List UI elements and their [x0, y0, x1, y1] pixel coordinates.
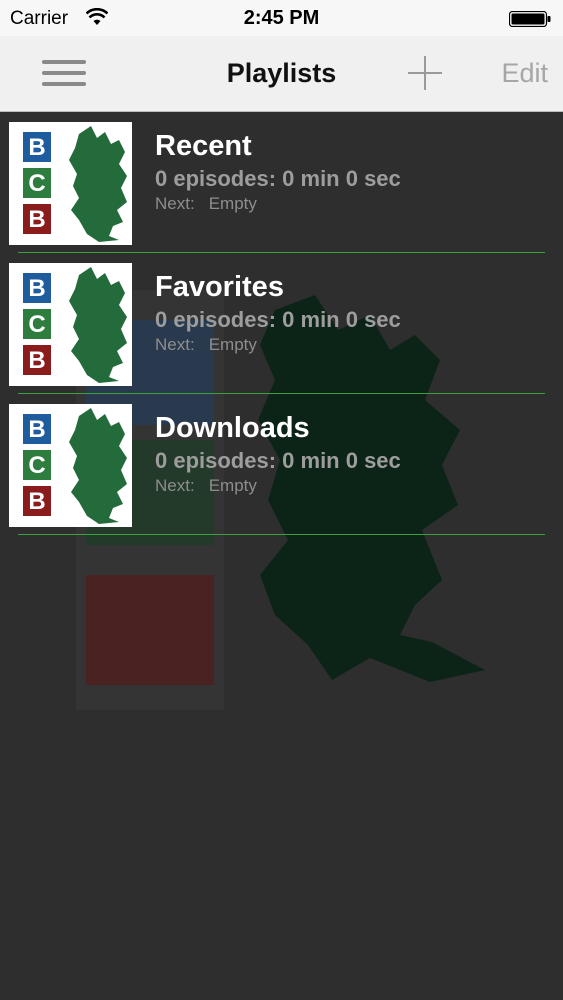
next-label: Next:: [155, 335, 195, 354]
next-label: Next:: [155, 194, 195, 213]
logo-letter-b-top: B: [28, 416, 45, 443]
playlist-summary: 0 episodes: 0 min 0 sec: [155, 166, 401, 191]
add-playlist-icon[interactable]: [408, 56, 442, 90]
playlist-summary: 0 episodes: 0 min 0 sec: [155, 307, 401, 332]
next-value: Empty: [208, 476, 257, 495]
playlist-list: B C B Recent 0 episodes: 0 min 0 sec Nex…: [0, 112, 563, 535]
podcast-logo-icon: B C B: [9, 122, 132, 245]
playlist-row-recent[interactable]: B C B Recent 0 episodes: 0 min 0 sec Nex…: [0, 112, 563, 253]
logo-letter-c: C: [28, 452, 45, 479]
battery-icon: [509, 11, 551, 27]
next-label: Next:: [155, 476, 195, 495]
playlist-next: Next: Empty: [155, 194, 257, 214]
status-bar: Carrier 2:45 PM: [0, 0, 563, 36]
playlist-summary: 0 episodes: 0 min 0 sec: [155, 448, 401, 473]
nav-bar: Playlists Edit: [0, 36, 563, 112]
next-value: Empty: [208, 335, 257, 354]
logo-letter-b-bottom: B: [28, 488, 45, 515]
playlist-row-favorites[interactable]: B C B Favorites 0 episodes: 0 min 0 sec …: [0, 253, 563, 394]
podcast-logo-icon: B C B: [9, 263, 132, 386]
logo-letter-b-bottom: B: [28, 347, 45, 374]
playlist-title: Recent: [155, 130, 252, 162]
playlist-title: Favorites: [155, 271, 284, 303]
playlist-row-downloads[interactable]: B C B Downloads 0 episodes: 0 min 0 sec …: [0, 394, 563, 535]
edit-button[interactable]: Edit: [501, 58, 548, 89]
podcast-logo-icon: B C B: [9, 404, 132, 527]
playlist-next: Next: Empty: [155, 476, 257, 496]
playlist-title: Downloads: [155, 412, 310, 444]
logo-letter-b-top: B: [28, 275, 45, 302]
next-value: Empty: [208, 194, 257, 213]
logo-letter-b-bottom: B: [28, 206, 45, 233]
logo-letter-c: C: [28, 311, 45, 338]
logo-letter-b-top: B: [28, 134, 45, 161]
status-time: 2:45 PM: [243, 7, 320, 29]
row-separator: [18, 534, 545, 535]
playlist-next: Next: Empty: [155, 335, 257, 355]
logo-letter-c: C: [28, 170, 45, 197]
page-title: Playlists: [226, 58, 337, 88]
